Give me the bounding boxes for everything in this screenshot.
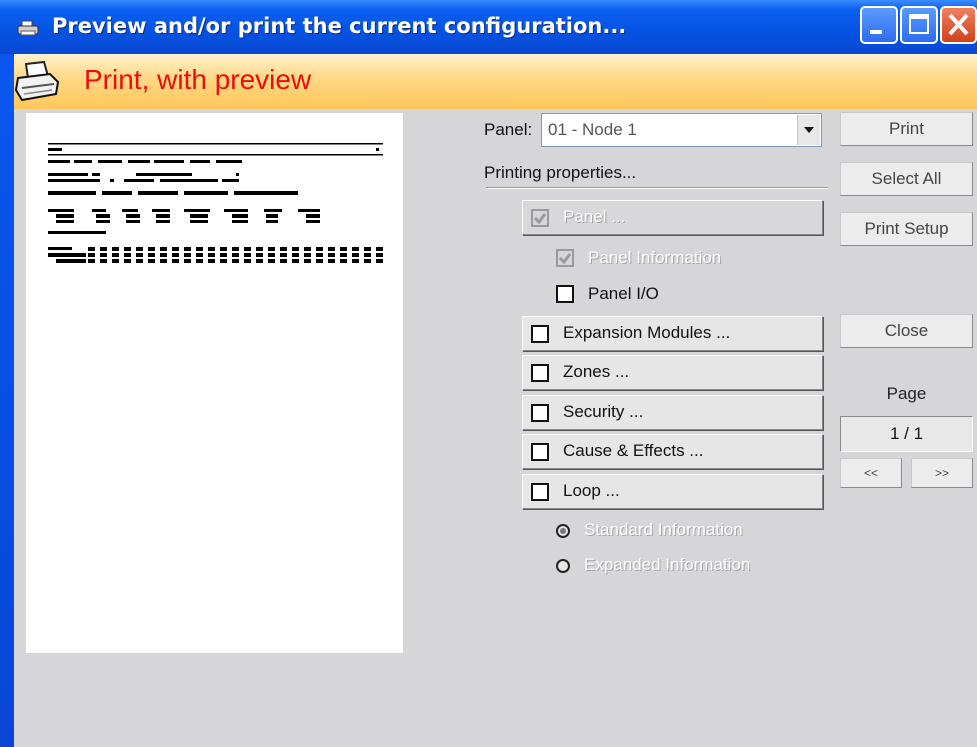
- print-setup-button[interactable]: Print Setup: [840, 212, 973, 246]
- chevron-down-icon: [804, 127, 814, 133]
- cause-effects-button[interactable]: Cause & Effects ...: [522, 434, 823, 469]
- dropdown-button[interactable]: [797, 115, 820, 145]
- expansion-modules-label: Expansion Modules ...: [563, 323, 731, 342]
- maximize-button[interactable]: [900, 6, 938, 44]
- security-button[interactable]: Security ...: [522, 395, 823, 430]
- panel-select-value: 01 - Node 1: [548, 120, 637, 139]
- close-window-button[interactable]: [940, 6, 977, 44]
- page-indicator: 1 / 1: [840, 416, 973, 452]
- checkmark-icon: [533, 213, 547, 225]
- preview-print-window: Preview and/or print the current configu…: [0, 0, 977, 747]
- loop-button[interactable]: Loop ...: [522, 474, 823, 509]
- dialog-client-area: Print, with preview Panel: 01 - Node 1 P…: [14, 54, 977, 747]
- loop-checkbox[interactable]: [531, 483, 549, 501]
- expanded-information-radio[interactable]: [556, 559, 570, 573]
- panel-select-label: Panel:: [484, 120, 533, 139]
- checkmark-icon: [558, 253, 572, 265]
- minimize-icon: [870, 30, 882, 34]
- security-checkbox[interactable]: [531, 404, 549, 422]
- panel-io-label: Panel I/O: [588, 284, 659, 303]
- header-title: Print, with preview: [84, 64, 312, 95]
- preview-content-thumbnail: [48, 143, 388, 263]
- printing-properties-label: Printing properties...: [484, 163, 637, 182]
- printer-icon: [14, 60, 60, 102]
- expansion-modules-button[interactable]: Expansion Modules ...: [522, 316, 823, 351]
- security-label: Security ...: [563, 402, 644, 421]
- panel-information-label: Panel Information: [588, 248, 722, 267]
- panel-select[interactable]: 01 - Node 1: [541, 113, 822, 147]
- maximize-icon: [909, 14, 929, 34]
- next-page-button[interactable]: >>: [911, 458, 973, 488]
- print-preview-page[interactable]: [26, 113, 403, 653]
- loop-label: Loop ...: [563, 481, 620, 500]
- previous-page-button[interactable]: <<: [840, 458, 902, 488]
- printer-icon: [17, 20, 39, 36]
- expansion-modules-checkbox[interactable]: [531, 325, 549, 343]
- minimize-button[interactable]: [860, 6, 898, 44]
- expanded-information-label: Expanded Information: [584, 555, 751, 574]
- panel-checkbox[interactable]: [531, 209, 549, 227]
- cause-effects-checkbox[interactable]: [531, 443, 549, 461]
- zones-checkbox[interactable]: [531, 364, 549, 382]
- zones-label: Zones ...: [563, 362, 630, 381]
- title-bar[interactable]: Preview and/or print the current configu…: [0, 0, 977, 54]
- select-all-button[interactable]: Select All: [840, 162, 973, 196]
- page-label: Page: [886, 384, 927, 403]
- header-band: Print, with preview: [14, 54, 977, 109]
- panel-information-checkbox[interactable]: [556, 249, 574, 267]
- panel-section-button[interactable]: Panel ...: [522, 200, 823, 235]
- zones-button[interactable]: Zones ...: [522, 355, 823, 390]
- close-button[interactable]: Close: [840, 314, 973, 348]
- cause-effects-label: Cause & Effects ...: [563, 441, 704, 460]
- panel-section-label: Panel ...: [563, 207, 626, 226]
- standard-information-label: Standard Information: [584, 520, 743, 539]
- separator: [486, 187, 828, 189]
- print-button[interactable]: Print: [840, 112, 973, 146]
- panel-io-checkbox[interactable]: [556, 285, 574, 303]
- window-title: Preview and/or print the current configu…: [52, 14, 627, 38]
- close-icon: [948, 13, 969, 36]
- standard-information-radio[interactable]: [556, 524, 570, 538]
